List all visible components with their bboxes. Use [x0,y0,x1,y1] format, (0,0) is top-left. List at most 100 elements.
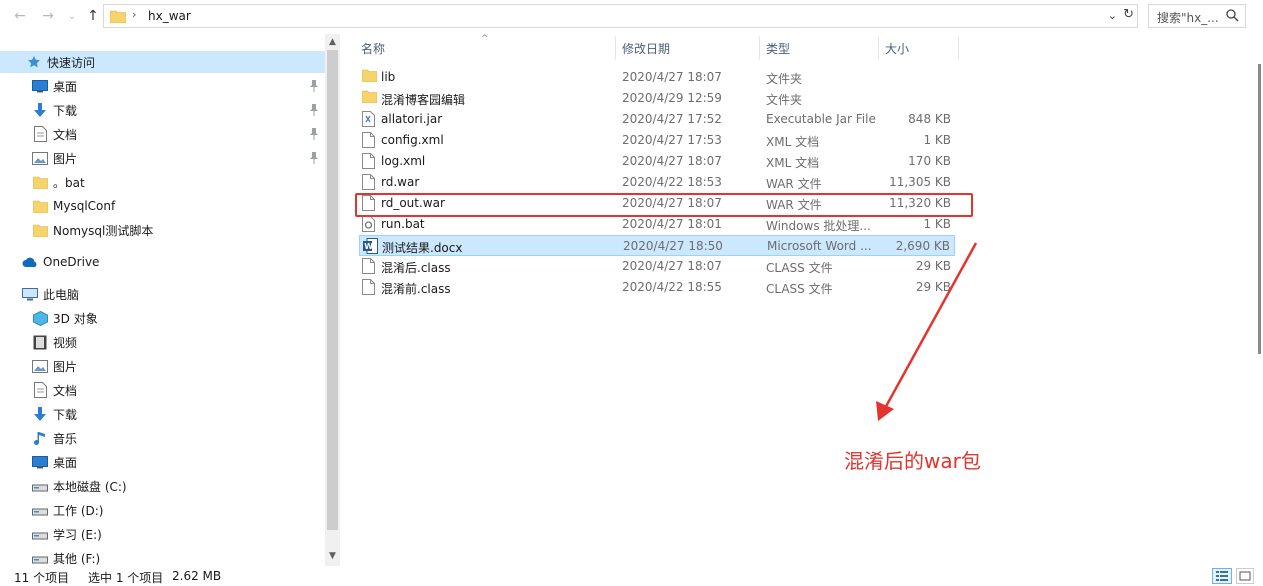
nav-item-pc-8[interactable]: 工作 (D:) [32,499,103,521]
nav-item-onedrive[interactable]: OneDrive [22,251,99,273]
file-row[interactable]: allatori.jar 2020/4/27 17:52 Executable Ja… [359,109,955,130]
column-divider[interactable] [878,36,879,60]
column-type[interactable]: 类型 [766,34,876,62]
file-date: 2020/4/22 18:55 [622,280,722,294]
file-size: 170 KB [908,154,951,168]
column-divider[interactable] [958,36,959,60]
file-row[interactable]: log.xml 2020/4/27 18:07 XML 文档 170 KB [359,151,955,172]
download-icon [32,406,48,422]
nav-item-quick-6[interactable]: Nomysql测试脚本 [32,219,153,241]
file-icon [362,279,376,295]
breadcrumb-current[interactable]: hx_war [148,9,191,23]
file-date: 2020/4/27 18:07 [622,154,722,168]
file-name: config.xml [381,133,444,147]
nav-item-this-pc[interactable]: 此电脑 [22,283,79,305]
column-date[interactable]: 修改日期 [622,34,752,62]
nav-item-quick-3[interactable]: 图片 [32,147,77,169]
nav-item-pc-6[interactable]: 桌面 [32,451,77,473]
drive-icon [32,478,48,494]
nav-item-pc-7[interactable]: 本地磁盘 (C:) [32,475,127,497]
drive-icon [32,550,48,566]
document-icon [32,126,48,142]
forward-arrow-icon[interactable]: → [38,6,58,26]
file-date: 2020/4/27 18:01 [622,217,722,231]
folder-icon [361,90,378,106]
nav-label: 图片 [53,151,78,166]
column-size[interactable]: 大小 [885,34,955,62]
file-row[interactable]: lib 2020/4/27 18:07 文件夹 [359,67,955,88]
pin-icon[interactable] [309,152,319,164]
navigation-pane: 快速访问 桌面 下载 文档 图片 。bat MysqlConf Nomysql测试脚本 One… [0,34,340,566]
back-arrow-icon[interactable]: ← [10,6,30,26]
column-divider[interactable] [759,36,760,60]
file-row[interactable]: config.xml 2020/4/27 17:53 XML 文档 1 KB [359,130,955,151]
file-name: run.bat [381,217,425,231]
pin-icon[interactable] [309,128,319,140]
nav-item-quick-5[interactable]: MysqlConf [32,195,115,217]
folder-icon [361,69,378,85]
scroll-thumb[interactable] [327,50,338,530]
file-type: WAR 文件 [766,177,822,191]
nav-item-pc-4[interactable]: 下载 [32,403,77,425]
file-icon [362,153,376,169]
file-row[interactable]: run.bat 2020/4/27 18:01 Windows 批处理... 1 KB [359,214,955,235]
nav-item-quick-1[interactable]: 下载 [32,99,77,121]
list-scroll-thumb[interactable] [1258,64,1261,354]
column-name-label: 名称 [361,41,386,56]
file-icon [362,174,376,190]
file-name: lib [381,70,396,84]
refresh-icon[interactable]: ↻ [1123,7,1134,22]
nav-item-pc-2[interactable]: 图片 [32,355,77,377]
folder-icon [32,198,48,214]
pin-icon[interactable] [309,80,319,92]
desktop-icon [32,78,48,94]
nav-item-pc-0[interactable]: 3D 对象 [32,307,98,329]
folder-icon [32,222,48,238]
column-divider[interactable] [615,36,616,60]
file-type: 文件夹 [766,93,803,107]
nav-label: OneDrive [43,255,100,269]
3d-objects-icon [32,310,48,326]
nav-label: 快速访问 [47,55,96,70]
nav-item-pc-1[interactable]: 视频 [32,331,77,353]
nav-item-pc-5[interactable]: 音乐 [32,427,77,449]
nav-label: 桌面 [53,455,78,470]
nav-item-quick-4[interactable]: 。bat [32,171,85,193]
file-name: allatori.jar [381,112,443,126]
search-input[interactable]: 搜索"hx_... [1148,4,1246,28]
picture-icon [32,150,48,166]
recent-dropdown-icon[interactable]: ⌄ [62,6,82,26]
file-name: 测试结果.docx [382,241,463,255]
scroll-up-icon[interactable]: ▲ [327,37,338,49]
nav-item-quick-2[interactable]: 文档 [32,123,77,145]
document-icon [32,382,48,398]
up-arrow-icon[interactable]: ↑ [83,6,103,26]
drive-icon [32,502,48,518]
address-dropdown-icon[interactable]: ⌄ [1108,9,1117,22]
large-icons-view-button[interactable] [1236,568,1254,584]
status-selected: 选中 1 个项目 [88,571,164,585]
search-placeholder: 搜索"hx_... [1157,11,1219,25]
list-scrollbar[interactable] [1255,34,1263,566]
scroll-down-icon[interactable]: ▼ [327,551,338,563]
file-list: 名称 ^ 修改日期 类型 大小 lib 2020/4/27 18:07 文件夹 混淆博… [341,34,1261,566]
nav-label: 学习 (E:) [53,527,102,542]
nav-item-pc-9[interactable]: 学习 (E:) [32,523,102,545]
sort-ascending-icon: ^ [481,34,489,44]
nav-scrollbar[interactable]: ▲ ▼ [325,34,340,566]
nav-item-pc-3[interactable]: 文档 [32,379,77,401]
search-icon[interactable] [1226,9,1239,22]
nav-quick-access[interactable]: 快速访问 [0,51,325,73]
nav-label: 文档 [53,127,78,142]
pin-icon[interactable] [309,104,319,116]
file-row[interactable]: rd.war 2020/4/22 18:53 WAR 文件 11,305 KB [359,172,955,193]
file-name: 混淆后.class [381,261,451,275]
address-input[interactable]: › hx_war ⌄ ↻ [103,4,1138,28]
file-row[interactable]: 混淆博客园编辑 2020/4/29 12:59 文件夹 [359,88,955,109]
column-type-label: 类型 [766,41,791,56]
nav-item-quick-0[interactable]: 桌面 [32,75,77,97]
nav-item-pc-10[interactable]: 其他 (F:) [32,547,100,566]
bat-icon [362,216,376,232]
nav-label: 。bat [53,175,85,190]
details-view-button[interactable] [1212,568,1232,584]
